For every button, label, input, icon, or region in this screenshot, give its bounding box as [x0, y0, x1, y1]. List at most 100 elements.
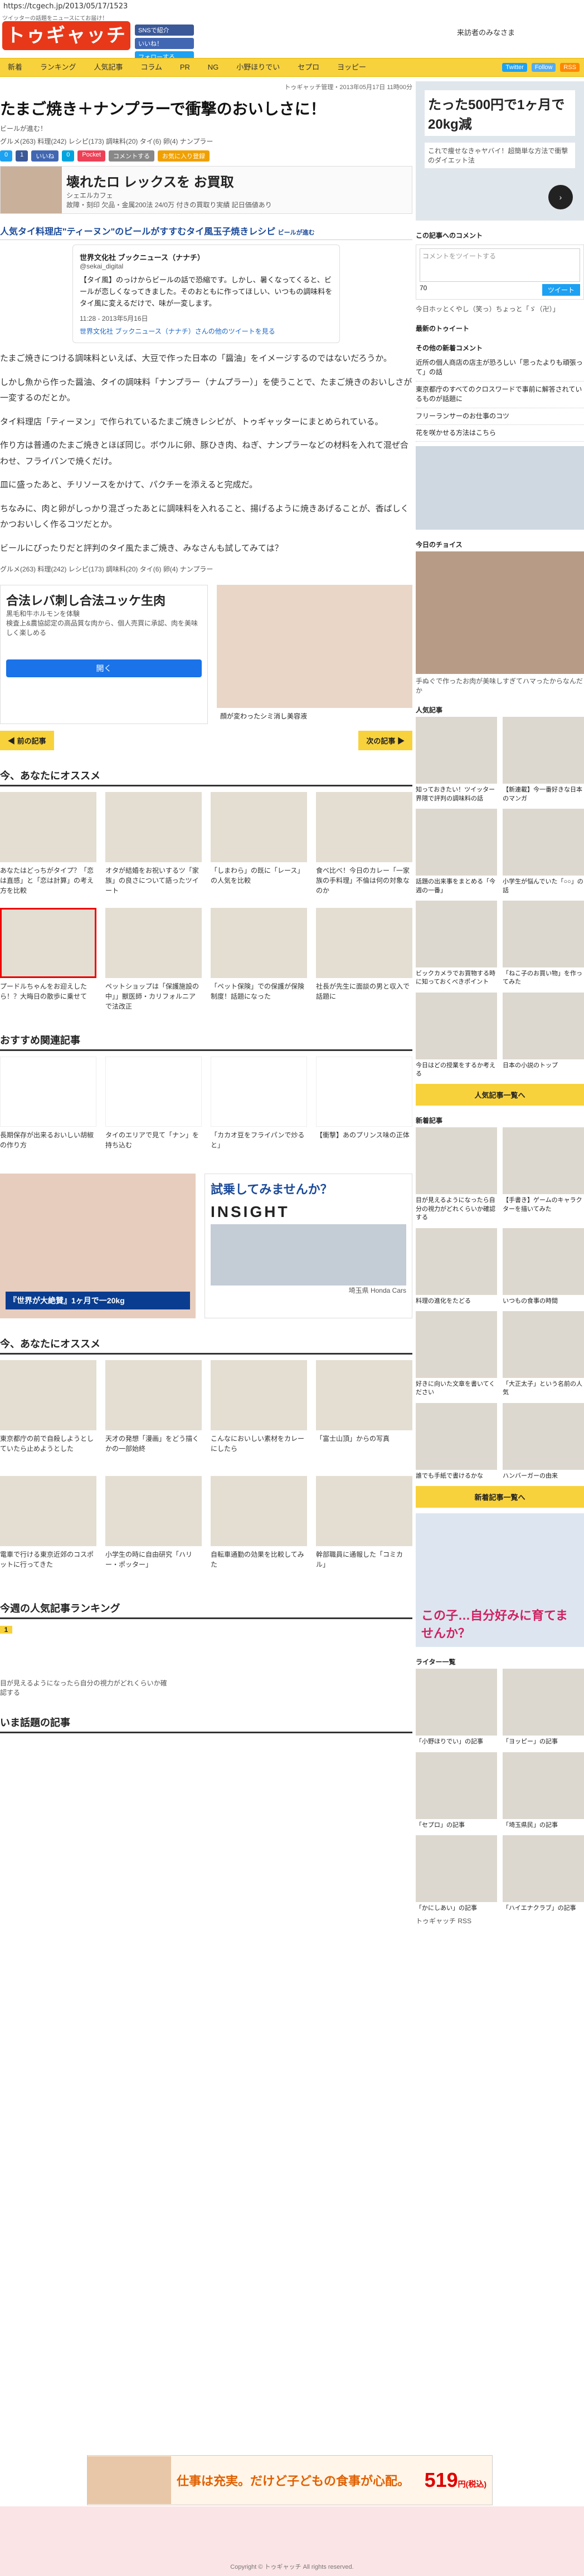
popular-card[interactable]: 「ねこ子のお買い物」を作ってみた [503, 900, 584, 987]
nav-item-sepro[interactable]: セプロ [290, 58, 327, 76]
writer-card[interactable]: 「ハイエナクラブ」の記事 [503, 1835, 584, 1913]
recommend-card[interactable]: 社長が先生に面談の男と収入で話題に [316, 908, 412, 1015]
comment-button[interactable]: コメントする [109, 150, 155, 162]
popular-card[interactable]: 【新連載】今一番好きな日本のマンガ [503, 717, 584, 803]
arrow-right-icon[interactable]: › [548, 185, 573, 209]
recommend-card[interactable]: こんなにおいしい素材をカレーにしたら [211, 1360, 307, 1467]
writer-card[interactable]: 「ヨッピー」の記事 [503, 1669, 584, 1746]
comment-item[interactable]: 花を咲かせる方法はこちら [416, 425, 584, 442]
nav-item-new[interactable]: 新着 [0, 58, 30, 76]
nav-item-pr[interactable]: PR [172, 58, 198, 76]
nav-item-ono[interactable]: 小野ほりでい [228, 58, 288, 76]
tag-list[interactable]: グルメ(263) 料理(242) レシピ(173) 調味料(20) タイ(6) … [0, 136, 412, 146]
like-button[interactable]: いいね！ [135, 38, 194, 49]
new-card[interactable]: 好きに向いた文章を書いてください [416, 1311, 497, 1397]
fb-count[interactable]: 1 [16, 150, 28, 162]
comment-item[interactable]: 東京都庁のすべてのクロスワードで事前に解答されているものが話題に [416, 382, 584, 408]
new-card[interactable]: 誰でも手紙で書けるかな [416, 1402, 497, 1480]
popular-card[interactable]: 小学生が悩んでいた「○○」の話 [503, 809, 584, 895]
related-card[interactable]: 【衝撃】あのプリンス味の正体 [316, 1057, 412, 1164]
article-link[interactable]: ビールが進む [278, 229, 315, 236]
hatena-count[interactable]: 0 [62, 150, 75, 162]
new-card[interactable]: 目が見えるようになったら自分の視力がどれくらいか確認する [416, 1127, 497, 1222]
nav-item-yoppy[interactable]: ヨッピー [329, 58, 374, 76]
choice-title[interactable]: 手ぬぐで作ったお肉が美味しすぎてハマったからなんだか [416, 676, 584, 695]
site-logo[interactable]: トゥギャッチ [2, 21, 130, 50]
recommend-card[interactable]: 「しまわら」の既に「レース」の人気を比較 [211, 792, 307, 899]
comment-item[interactable]: フリーランサーのお仕事のコツ [416, 408, 584, 425]
nav-item-popular[interactable]: 人気記事 [86, 58, 130, 76]
member-label[interactable]: 来訪者のみなさま [457, 27, 515, 37]
recommend-card[interactable]: 食べ比べ！今日のカレー「一家族の手料理」不倫は何の対象なのか [316, 792, 412, 899]
tweet-more-link[interactable]: 世界文化社 ブックニュース（ナナチ）さんの他のツイートを見る [80, 326, 333, 336]
comment-item[interactable]: 近所の個人商店の店主が恐ろしい「思ったよりも頑張って」の話 [416, 355, 584, 382]
new-card[interactable]: 「大正太子」という名前の人気 [503, 1311, 584, 1397]
new-list-button[interactable]: 新着記事一覧へ [416, 1486, 584, 1508]
pocket-button[interactable]: Pocket [77, 150, 106, 162]
writer-card[interactable]: 「埼玉県民」の記事 [503, 1752, 584, 1830]
recommend-card[interactable]: 小学生の時に自由研究「ハリー・ポッター」 [105, 1476, 202, 1583]
writer-card[interactable]: 「セプロ」の記事 [416, 1752, 497, 1830]
twitter-button[interactable]: Twitter [502, 63, 527, 72]
ad-open-button[interactable]: 開く [6, 659, 202, 678]
tag-list-bottom[interactable]: グルメ(263) 料理(242) レシピ(173) 調味料(20) タイ(6) … [0, 564, 412, 574]
writer-card[interactable]: 「小野ほりでい」の記事 [416, 1669, 497, 1746]
recommend-card[interactable]: オタが結婚をお祝いするツ「家族」の良さについて語ったツイート [105, 792, 202, 899]
embedded-tweet[interactable]: 世界文化社 ブックニュース（ナナチ） @sekai_digital 【タイ風】の… [72, 245, 340, 344]
nav-item-column[interactable]: コラム [133, 58, 170, 76]
ad-banner-watch[interactable]: 壊れたロ レックスを お買取 シェエルカフェ 故障・刻印 欠品・金属200法 2… [0, 166, 412, 214]
sns-button[interactable]: SNSで紹介 [135, 25, 194, 36]
new-card[interactable]: 【手書き】ゲームのキャラクターを描いてみた [503, 1127, 584, 1222]
recommend-card[interactable]: 自転車通勤の効果を比較してみた [211, 1476, 307, 1583]
related-card[interactable]: 長期保存が出来るおいしい胡椒の作り方 [0, 1057, 96, 1164]
popular-card[interactable]: 日本の小説のトップ [503, 992, 584, 1079]
side-ad-diet[interactable]: たった500円で1ヶ月で20kg減 これで痩せなきゃヤバイ！超簡単な方法で衝撃の… [416, 81, 584, 221]
new-card[interactable]: いつもの食事の時間 [503, 1228, 584, 1306]
recommend-card[interactable]: 天才の発想「漫画」をどう描くかの一部始終 [105, 1360, 202, 1467]
recommend-card[interactable]: ペットショップは「保護施設の中」」獣医師・カリフォルニアで法改正 [105, 908, 202, 1015]
footer-ad-banner[interactable]: 仕事は充実。だけど子どもの食事が心配。 519円(税込) [87, 2455, 493, 2505]
rss-button[interactable]: RSS [560, 63, 580, 72]
popular-card[interactable]: 今日はどの授業をするか考える [416, 992, 497, 1079]
nav-item-ranking[interactable]: ランキング [32, 58, 84, 76]
ad-liver[interactable]: 合法レバ刺し合法ユッケ生肉 黒毛和牛ホルモンを体験 検査上&農協認定の高品質な肉… [0, 585, 208, 725]
popular-list-button[interactable]: 人気記事一覧へ [416, 1084, 584, 1106]
tweet-count[interactable]: 0 [0, 150, 13, 162]
writer-card[interactable]: 「かにしあい」の記事 [416, 1835, 497, 1913]
article-body: たまご焼きにつける調味料といえば、大豆で作った日本の「醤油」をイメージするのでは… [0, 351, 412, 556]
side-ad-image[interactable] [416, 446, 584, 530]
recommend-card[interactable]: 「ペット保険」での保護が保険制度！話題になった [211, 908, 307, 1015]
favorite-button[interactable]: お気に入り登録 [158, 150, 210, 162]
article-heading[interactable]: 人気タイ料理店"ティーヌン"のビールがすすむタイ風玉子焼きレシピ ビールが進む [0, 224, 412, 240]
url-bar[interactable]: https://tcgech.jp/2013/05/17/1523 [0, 0, 584, 13]
tweet-input[interactable]: コメントをツイートする [420, 248, 580, 282]
recommend-card[interactable]: あなたはどっちがタイプ？「恋は直感」と「恋は計算」の考え方を比較 [0, 792, 96, 899]
prev-article-button[interactable]: ◀ 前の記事 [0, 731, 54, 751]
follow-nav-button[interactable]: Follow [531, 63, 556, 72]
recommend-card[interactable]: 東京都庁の前で自殺しようとしていたら止めようとした [0, 1360, 96, 1467]
recommend-card[interactable]: 幹部職員に通報した「コミカル」 [316, 1476, 412, 1583]
related-card[interactable]: 「カカオ豆をフライパンで炒ると」 [211, 1057, 307, 1164]
new-card[interactable]: 料理の進化をたどる [416, 1228, 497, 1306]
recommend-card[interactable]: プードルちゃんをお迎えしたら！？大晦日の散歩に乗せて [0, 908, 96, 1015]
rss-link[interactable]: トゥギャッチ RSS [416, 1916, 584, 1925]
thumbnail [316, 792, 412, 863]
popular-card[interactable]: ビックカメラでお買物する時に知っておくべきポイント [416, 900, 497, 987]
ranking-item[interactable]: 1 目が見えるようになったら自分の視力がどれくらいか確認する [0, 1625, 167, 1697]
ad-honda[interactable]: 試乗してみませんか？ INSIGHT 埼玉県 Honda Cars [205, 1174, 412, 1319]
recommend-card[interactable]: 電車で行ける東京近郊のコスポットに行ってきた [0, 1476, 96, 1583]
ad-beforeafter[interactable]: 顔が変わったシミ消し美容液 [217, 585, 412, 725]
recommend-card[interactable]: 「富士山頂」からの写真 [316, 1360, 412, 1467]
popular-card[interactable]: 話題の出来事をまとめる「今週の一番」 [416, 809, 497, 895]
ad-diet[interactable]: 『世界が大絶賛』1ヶ月で一20kg [0, 1174, 196, 1319]
game-ad[interactable]: この子…自分好みに育てませんか？ [416, 1513, 584, 1648]
new-card[interactable]: ハンバーガーの由来 [503, 1402, 584, 1480]
related-card[interactable]: タイのエリアで見て「ナン」を持ち込む [105, 1057, 202, 1164]
like-button[interactable]: いいね [31, 150, 59, 162]
site-tagline: ツイッターの話題をニュースにてお届け！ [2, 16, 108, 22]
nav-item-ng[interactable]: NG [200, 58, 227, 76]
popular-card[interactable]: 知っておきたい！ツイッター界隈で評判の調味料の話 [416, 717, 497, 803]
tweet-submit-button[interactable]: ツイート [542, 284, 580, 296]
choice-image[interactable] [416, 551, 584, 674]
next-article-button[interactable]: 次の記事 ▶ [358, 731, 412, 751]
